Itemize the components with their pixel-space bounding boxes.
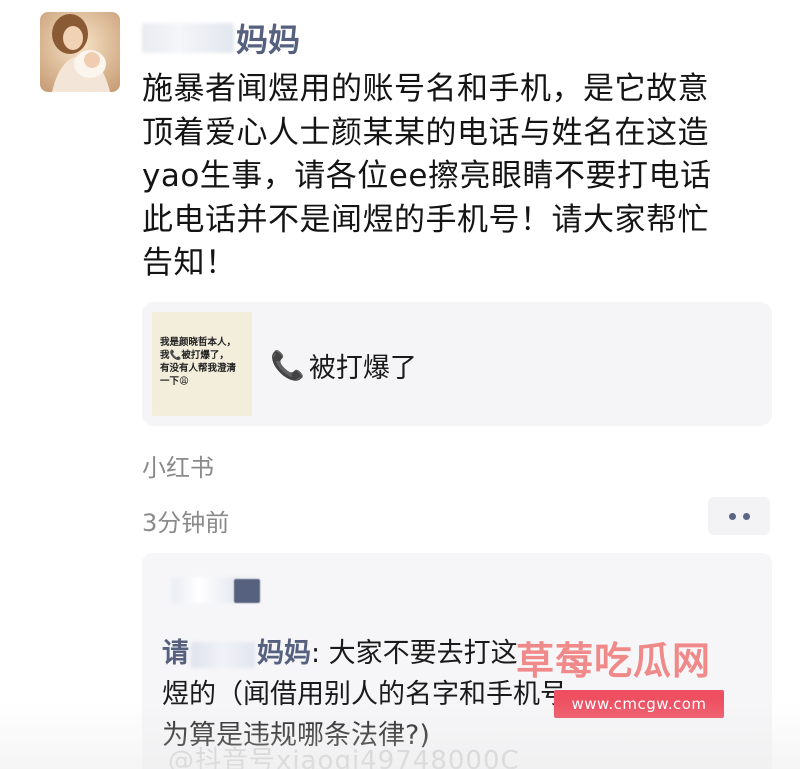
post-timestamp: 3分钟前	[142, 509, 230, 537]
thumbnail-text: 我📞被打爆了，	[160, 350, 229, 361]
likes-redaction-block	[234, 579, 260, 603]
author-name-text: 妈妈	[236, 21, 301, 59]
comment-text: : 大家不要去打这	[311, 638, 518, 669]
post-line: 施暴者闻煜用的账号名和手机，是它故意	[142, 71, 709, 107]
post-line: yao生事，请各位ee擦亮眼睛不要打电话	[142, 158, 712, 194]
author-name-redaction	[142, 23, 234, 53]
watermark-url: www.cmcgw.com	[554, 690, 724, 718]
commenter-name-suffix: 妈妈	[257, 638, 311, 669]
post-line: 此电话并不是闻煜的手机号！请大家帮忙	[142, 201, 709, 238]
shared-link-title: 📞 被打爆了	[270, 346, 417, 385]
shared-link-card[interactable]: 我是颜晓哲本人， 我📞被打爆了， 有没有人帮我澄清 一下😩 📞 被打爆了	[142, 302, 772, 426]
avatar-image	[40, 12, 120, 92]
thumbnail-text: 一下😩	[160, 376, 189, 387]
commenter-name-redaction	[191, 641, 255, 668]
avatar[interactable]	[40, 12, 120, 92]
thumbnail-text: 我是颜晓哲本人，	[160, 337, 237, 348]
commenter-name-prefix: 请	[162, 638, 189, 669]
phone-icon: 📞	[270, 349, 305, 382]
shared-link-title-text: 被打爆了	[308, 353, 417, 384]
watermark-title: 草莓吃瓜网	[516, 639, 712, 683]
post-body: 施暴者闻煜用的账号名和手机，是它故意 顶着爱心人士颜某某的电话与姓名在这造 ya…	[142, 68, 782, 286]
more-dot-icon	[728, 512, 736, 520]
like-comment-button[interactable]	[708, 497, 770, 535]
more-dot-icon	[742, 512, 750, 520]
post-author-name[interactable]: 妈妈	[142, 16, 300, 60]
commenter-name[interactable]: 请 妈妈	[162, 638, 311, 669]
post-line: 顶着爱心人士颜某某的电话与姓名在这造	[142, 114, 709, 151]
post-source-app[interactable]: 小红书	[142, 448, 214, 483]
douyin-watermark: @抖音号xiaoqi49748000C	[168, 746, 520, 769]
shared-link-thumbnail: 我是颜晓哲本人， 我📞被打爆了， 有没有人帮我澄清 一下😩	[152, 312, 252, 416]
thumbnail-text: 有没有人帮我澄清	[160, 363, 237, 374]
post-line: 告知！	[142, 245, 237, 281]
